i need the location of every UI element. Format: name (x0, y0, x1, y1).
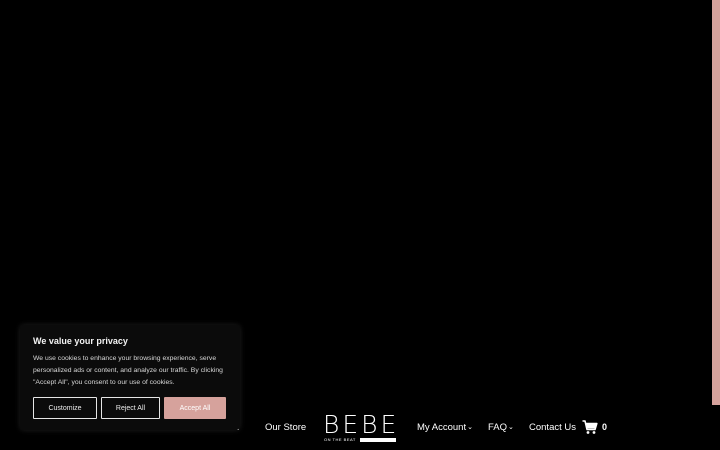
cart-count-badge: 0 (602, 422, 608, 432)
nav-item-my-account[interactable]: My Account⌄ (417, 422, 473, 433)
cart-icon[interactable] (582, 419, 598, 435)
logo-underline (360, 438, 396, 442)
nav-item-faq-label: FAQ (488, 422, 508, 433)
nav-item-faq[interactable]: FAQ⌄ (488, 422, 514, 433)
reject-all-button[interactable]: Reject All (101, 397, 160, 419)
accept-all-button[interactable]: Accept All (164, 397, 226, 419)
page-scrollbar[interactable] (712, 0, 720, 405)
site-logo[interactable]: BEBE ON THE BEAT (323, 410, 400, 447)
logo-tagline: ON THE BEAT (324, 437, 356, 442)
chevron-down-icon: ⌄ (467, 424, 473, 431)
logo-wordmark: BEBE (323, 410, 400, 439)
nav-item-contact-us[interactable]: Contact Us (529, 422, 576, 433)
cookie-banner-text: We use cookies to enhance your browsing … (33, 355, 223, 386)
cookie-consent-banner: We value your privacy We use cookies to … (20, 325, 240, 430)
nav-item-our-store[interactable]: Our Store (265, 422, 306, 433)
nav-item-my-account-label: My Account (417, 422, 467, 433)
chevron-down-icon: ⌄ (508, 424, 514, 431)
cookie-banner-title: We value your privacy (33, 336, 128, 346)
customize-button[interactable]: Customize (33, 397, 97, 419)
